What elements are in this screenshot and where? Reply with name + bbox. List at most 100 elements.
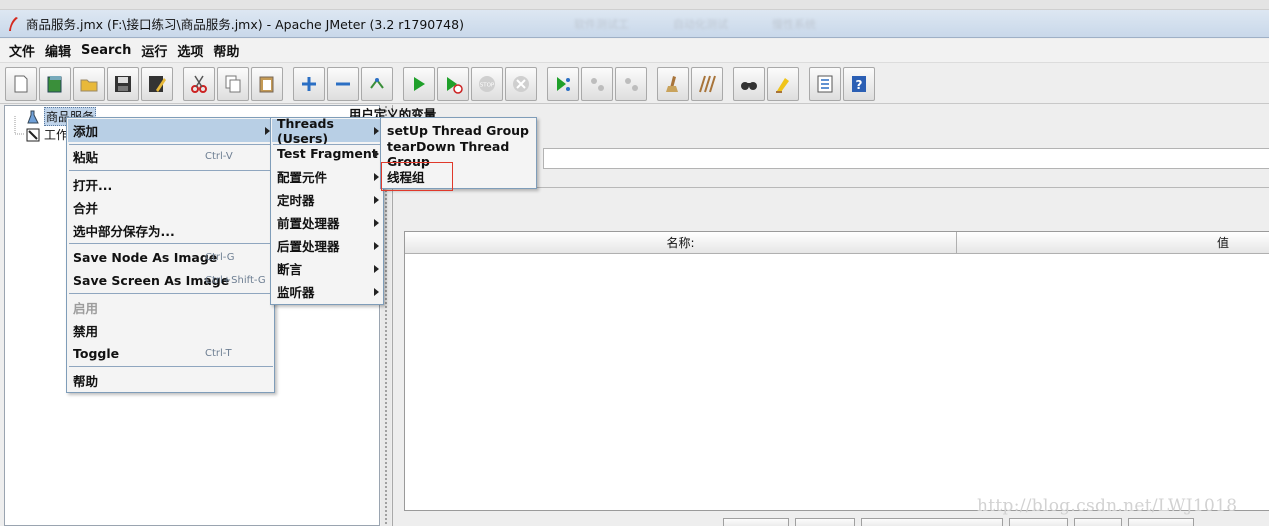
menu-item-label: 合并 bbox=[73, 201, 99, 216]
menu-item-label: Threads (Users) bbox=[277, 115, 334, 146]
title-bar: 商品服务.jmx (F:\接口练习\商品服务.jmx) - Apache JMe… bbox=[0, 10, 1269, 38]
shutdown-button[interactable] bbox=[505, 66, 537, 101]
menu-options[interactable]: 选项 bbox=[172, 41, 208, 60]
paste-button[interactable] bbox=[251, 66, 283, 101]
menu-item-help[interactable]: 帮助 bbox=[68, 369, 273, 392]
start-no-timers-icon bbox=[447, 76, 463, 94]
copy-button[interactable] bbox=[217, 66, 249, 101]
name-field[interactable] bbox=[543, 148, 1269, 169]
menu-item-label: Toggle bbox=[73, 346, 120, 361]
user-variables-table[interactable]: 名称: 值 bbox=[404, 231, 1269, 511]
menu-edit[interactable]: 编辑 bbox=[40, 41, 76, 60]
submenu-item-timer[interactable]: 定时器 bbox=[272, 188, 382, 211]
submenu-arrow-icon bbox=[374, 242, 379, 250]
open-button[interactable] bbox=[73, 66, 105, 101]
table-button[interactable] bbox=[1009, 518, 1068, 526]
menu-item-label: 禁用 bbox=[73, 324, 99, 339]
threads-submenu: setUp Thread Group tearDown Thread Group… bbox=[380, 117, 537, 189]
clear-button[interactable] bbox=[657, 66, 689, 101]
templates-icon bbox=[47, 75, 62, 92]
window-title: 商品服务.jmx (F:\接口练习\商品服务.jmx) - Apache JMe… bbox=[26, 17, 464, 32]
function-helper-button[interactable] bbox=[809, 66, 841, 101]
background-tabs: 软件测试工 自动化测试 慢性系统 bbox=[574, 16, 816, 32]
table-button[interactable] bbox=[723, 518, 789, 526]
menu-item-toggle[interactable]: Toggle Ctrl-T bbox=[68, 342, 273, 365]
save-as-button[interactable] bbox=[141, 66, 173, 101]
menu-item-label: 前置处理器 bbox=[277, 216, 340, 231]
menu-item-label: setUp Thread Group bbox=[387, 123, 530, 138]
shutdown-icon bbox=[513, 75, 529, 92]
menu-item-label: 后置处理器 bbox=[277, 239, 340, 254]
menu-run[interactable]: 运行 bbox=[136, 41, 172, 60]
remote-start-button[interactable] bbox=[547, 66, 579, 101]
column-header-value[interactable]: 值 bbox=[957, 232, 1269, 254]
menu-item-disable[interactable]: 禁用 bbox=[68, 319, 273, 342]
menu-item-merge[interactable]: 合并 bbox=[68, 196, 273, 219]
menu-item-open[interactable]: 打开... bbox=[68, 173, 273, 196]
new-button[interactable] bbox=[5, 66, 37, 101]
submenu-arrow-icon bbox=[374, 265, 379, 273]
submenu-item-thread-group[interactable]: 线程组 bbox=[382, 165, 535, 188]
start-no-timers-button[interactable] bbox=[437, 66, 469, 101]
remote-stop-icon bbox=[591, 77, 604, 91]
copy-icon bbox=[225, 75, 241, 92]
menu-help[interactable]: 帮助 bbox=[208, 41, 244, 60]
remote-shutdown-button[interactable] bbox=[615, 66, 647, 101]
workbench-icon bbox=[26, 128, 40, 141]
svg-text:?: ? bbox=[856, 78, 863, 92]
menu-item-save-node-image[interactable]: Save Node As Image Ctrl-G bbox=[68, 246, 273, 269]
menu-item-add[interactable]: 添加 bbox=[68, 119, 273, 142]
menu-separator bbox=[69, 243, 273, 244]
watermark-text: http://blog.csdn.net/LWJ1018 bbox=[977, 496, 1238, 516]
submenu-item-config[interactable]: 配置元件 bbox=[272, 165, 382, 188]
start-button[interactable] bbox=[403, 66, 435, 101]
submenu-item-preprocessor[interactable]: 前置处理器 bbox=[272, 211, 382, 234]
menu-search[interactable]: Search bbox=[76, 43, 136, 58]
menu-item-label: Save Node As Image bbox=[73, 250, 218, 265]
outer-top-strip bbox=[0, 0, 1269, 10]
expand-icon bbox=[302, 76, 316, 91]
stop-button[interactable]: STOP bbox=[471, 66, 503, 101]
submenu-arrow-icon bbox=[374, 288, 379, 296]
submenu-item-listener[interactable]: 监听器 bbox=[272, 280, 382, 303]
menu-separator bbox=[69, 293, 273, 294]
open-icon bbox=[80, 79, 98, 91]
menu-file[interactable]: 文件 bbox=[4, 41, 40, 60]
menu-item-save-selection[interactable]: 选中部分保存为... bbox=[68, 219, 273, 242]
clear-icon bbox=[666, 75, 678, 92]
help-button[interactable]: ? bbox=[843, 66, 875, 101]
menu-item-label: 添加 bbox=[73, 124, 99, 139]
table-button[interactable] bbox=[861, 518, 1003, 526]
submenu-item-postprocessor[interactable]: 后置处理器 bbox=[272, 234, 382, 257]
table-buttons bbox=[723, 518, 1194, 526]
menu-item-label: tearDown Thread Group bbox=[387, 138, 510, 169]
expand-all-button[interactable] bbox=[293, 66, 325, 101]
cut-button[interactable] bbox=[183, 66, 215, 101]
column-header-name[interactable]: 名称: bbox=[405, 232, 957, 254]
menu-item-label: 打开... bbox=[73, 178, 113, 193]
toggle-button[interactable] bbox=[361, 66, 393, 101]
clear-all-button[interactable] bbox=[691, 66, 723, 101]
menu-item-label: 监听器 bbox=[277, 285, 315, 300]
submenu-item-test-fragment[interactable]: Test Fragment bbox=[272, 142, 382, 165]
menu-item-save-screen-image[interactable]: Save Screen As Image Ctrl+Shift-G bbox=[68, 269, 273, 292]
menu-item-paste[interactable]: 粘贴 Ctrl-V bbox=[68, 145, 273, 168]
context-menu: 添加 粘贴 Ctrl-V 打开... 合并 选中部分保存为... Save No… bbox=[66, 117, 275, 393]
submenu-item-assertion[interactable]: 断言 bbox=[272, 257, 382, 280]
collapse-all-button[interactable] bbox=[327, 66, 359, 101]
table-button[interactable] bbox=[1074, 518, 1122, 526]
submenu-item-teardown-thread-group[interactable]: tearDown Thread Group bbox=[382, 139, 535, 169]
remote-shutdown-icon bbox=[625, 77, 638, 91]
submenu-item-threads[interactable]: Threads (Users) bbox=[272, 116, 382, 146]
save-button[interactable] bbox=[107, 66, 139, 101]
search-button[interactable] bbox=[733, 66, 765, 101]
table-button[interactable] bbox=[1128, 518, 1194, 526]
table-button[interactable] bbox=[795, 518, 855, 526]
reset-search-icon bbox=[776, 77, 789, 93]
menu-item-label: 启用 bbox=[73, 301, 99, 316]
reset-search-button[interactable] bbox=[767, 66, 799, 101]
collapse-icon bbox=[336, 82, 350, 85]
templates-button[interactable] bbox=[39, 66, 71, 101]
remote-stop-button[interactable] bbox=[581, 66, 613, 101]
tree-node-workbench[interactable]: 工作 bbox=[25, 126, 68, 143]
